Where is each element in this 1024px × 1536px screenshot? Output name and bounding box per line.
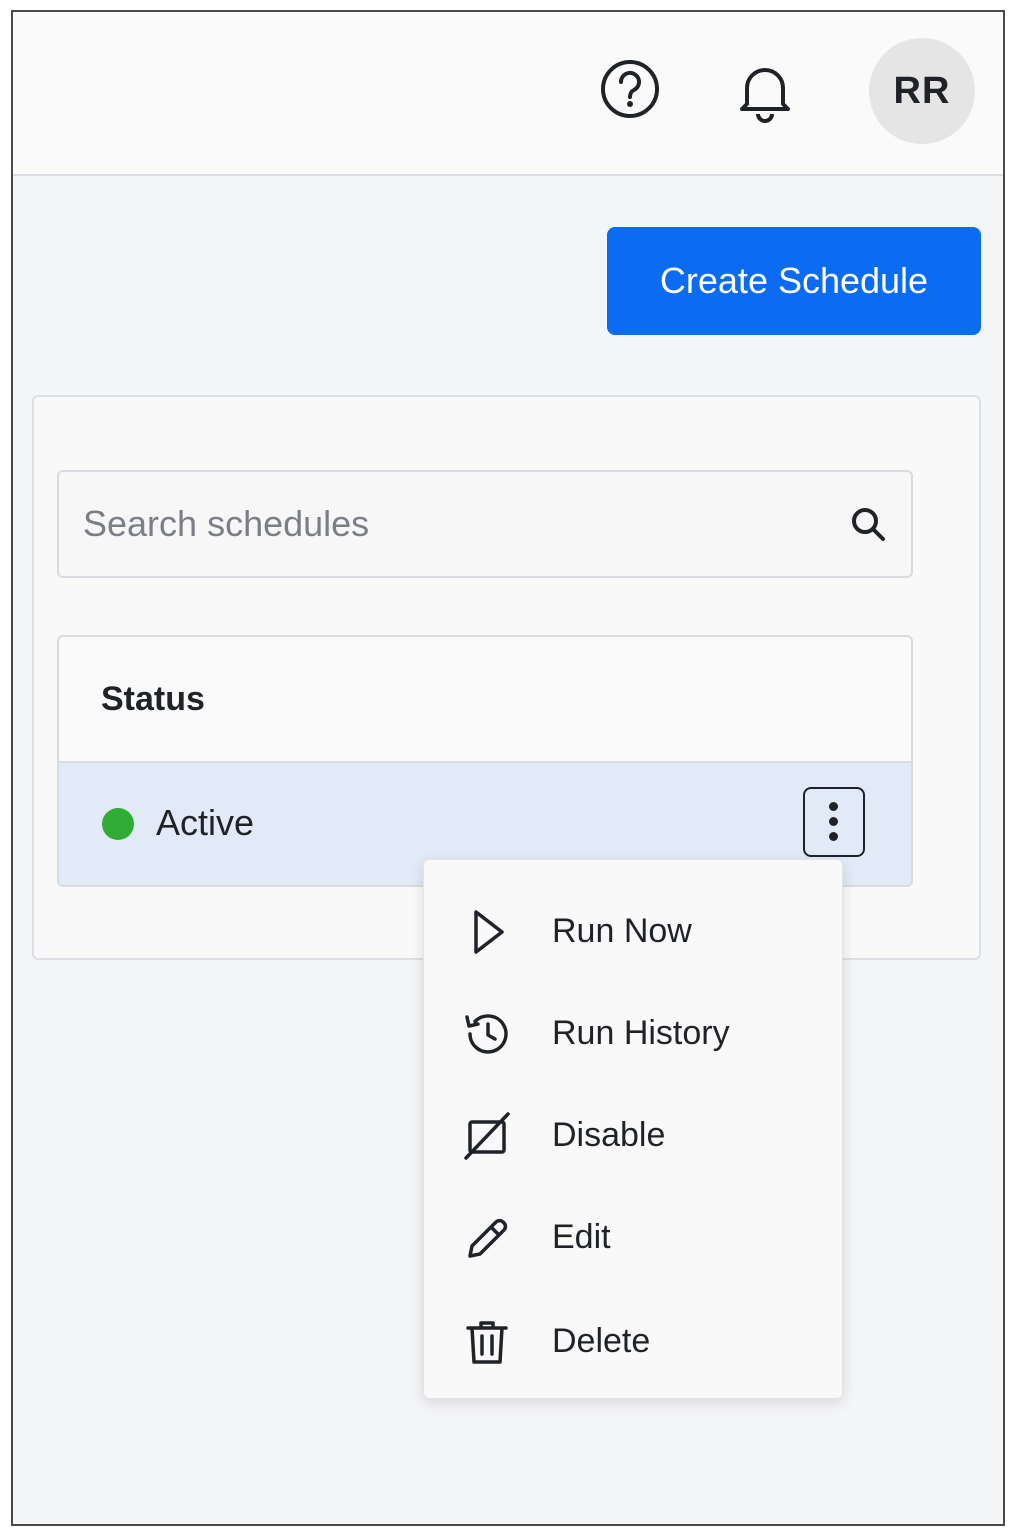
- row-actions-button[interactable]: [803, 787, 865, 857]
- row-actions-menu: Run Now Run History Disable Edit Delete: [423, 859, 843, 1399]
- menu-item-disable[interactable]: Disable: [424, 1088, 842, 1184]
- more-vertical-icon-dot: [829, 832, 838, 841]
- menu-item-label: Delete: [552, 1322, 651, 1360]
- schedules-table: Status Active: [57, 635, 913, 887]
- play-icon: [474, 910, 504, 954]
- bell-icon[interactable]: [733, 58, 797, 124]
- status-indicator: [102, 808, 134, 840]
- search-box: [57, 470, 913, 578]
- status-text: Active: [156, 802, 255, 843]
- avatar[interactable]: RR: [869, 38, 975, 144]
- search-input[interactable]: [59, 472, 911, 576]
- history-icon: [465, 1014, 508, 1054]
- menu-item-run-now[interactable]: Run Now: [424, 884, 842, 980]
- trash-icon: [466, 1321, 508, 1364]
- create-schedule-button[interactable]: Create Schedule: [607, 227, 981, 335]
- pencil-icon: [468, 1218, 508, 1258]
- search-icon[interactable]: [849, 505, 889, 545]
- column-header-status[interactable]: Status: [59, 637, 911, 763]
- disable-icon: [464, 1112, 510, 1160]
- menu-item-edit[interactable]: Edit: [424, 1190, 842, 1286]
- menu-item-label: Edit: [552, 1218, 611, 1256]
- menu-item-label: Run Now: [552, 912, 692, 950]
- more-vertical-icon-dot: [829, 802, 838, 811]
- more-vertical-icon-dot: [829, 817, 838, 826]
- menu-item-run-history[interactable]: Run History: [424, 986, 842, 1082]
- help-circle-icon[interactable]: [599, 58, 661, 120]
- top-bar: RR: [13, 12, 1003, 176]
- menu-item-label: Run History: [552, 1014, 730, 1052]
- menu-item-label: Disable: [552, 1116, 666, 1154]
- menu-item-delete[interactable]: Delete: [424, 1294, 842, 1390]
